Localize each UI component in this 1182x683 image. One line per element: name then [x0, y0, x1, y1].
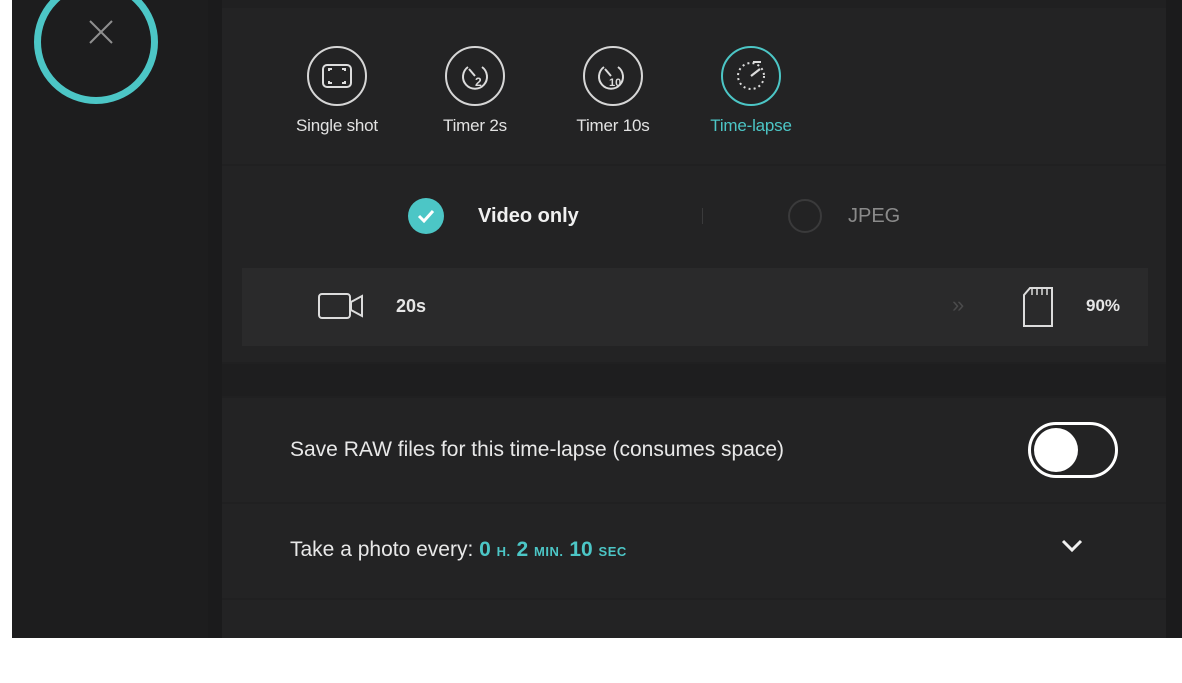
divider — [702, 208, 703, 224]
format-option-video-only[interactable]: Video only — [408, 194, 579, 238]
mode-timer-10s[interactable]: 10 Timer 10s — [553, 46, 673, 136]
interval-seconds: 10 — [569, 538, 593, 561]
interval-minutes: 2 — [516, 538, 529, 561]
video-camera-icon — [318, 293, 363, 319]
toggle-knob — [1034, 428, 1078, 472]
format-section: Video only JPEG 20s » 90% — [222, 166, 1166, 362]
next-setting-row[interactable] — [222, 600, 1166, 638]
settings-panel: Single shot 2 Timer 2s 10 Timer 10s Time… — [222, 0, 1166, 638]
timer-10s-icon: 10 — [583, 46, 643, 106]
info-bar: 20s » 90% — [242, 268, 1148, 346]
interval-label-group: Take a photo every: 0 H. 2 MIN. 10 SEC — [290, 538, 627, 562]
interval-minutes-unit: MIN. — [534, 544, 564, 559]
raw-label: Save RAW files for this time-lapse (cons… — [290, 438, 785, 461]
svg-text:10: 10 — [609, 77, 621, 89]
svg-text:2: 2 — [475, 75, 482, 89]
time-lapse-icon — [721, 46, 781, 106]
mode-label: Single shot — [296, 116, 378, 135]
interval-hours-unit: H. — [496, 544, 511, 559]
mode-label: Time-lapse — [710, 116, 792, 135]
format-option-jpeg[interactable]: JPEG — [788, 194, 900, 238]
storage-percent: 90% — [1086, 296, 1121, 315]
video-duration: 20s — [396, 296, 427, 316]
close-button[interactable] — [34, 0, 158, 104]
close-icon — [89, 20, 113, 44]
single-shot-icon — [307, 46, 367, 106]
mode-time-lapse[interactable]: Time-lapse — [691, 46, 811, 136]
capture-mode-section: Single shot 2 Timer 2s 10 Timer 10s Time… — [222, 8, 1166, 164]
radio-icon — [788, 199, 822, 233]
timer-2s-icon: 2 — [445, 46, 505, 106]
raw-setting-row: Save RAW files for this time-lapse (cons… — [222, 398, 1166, 502]
interval-hours: 0 — [479, 538, 491, 561]
double-chevron-icon: » — [952, 292, 965, 317]
mode-timer-2s[interactable]: 2 Timer 2s — [415, 46, 535, 136]
sidebar — [12, 0, 208, 638]
raw-toggle[interactable] — [1028, 422, 1118, 478]
camera-app: Single shot 2 Timer 2s 10 Timer 10s Time… — [12, 0, 1182, 638]
mode-label: Timer 2s — [443, 116, 507, 135]
checkmark-icon — [408, 198, 444, 234]
chevron-down-icon[interactable] — [1060, 538, 1084, 554]
interval-seconds-unit: SEC — [598, 544, 627, 559]
section-spacer — [222, 364, 1166, 396]
jpeg-label: JPEG — [848, 204, 901, 227]
mode-label: Timer 10s — [576, 116, 650, 135]
sd-card-icon — [1023, 287, 1053, 327]
interval-label: Take a photo every: — [290, 538, 474, 561]
mode-single-shot[interactable]: Single shot — [277, 46, 397, 136]
interval-row[interactable]: Take a photo every: 0 H. 2 MIN. 10 SEC — [222, 504, 1166, 598]
video-only-label: Video only — [478, 204, 579, 227]
